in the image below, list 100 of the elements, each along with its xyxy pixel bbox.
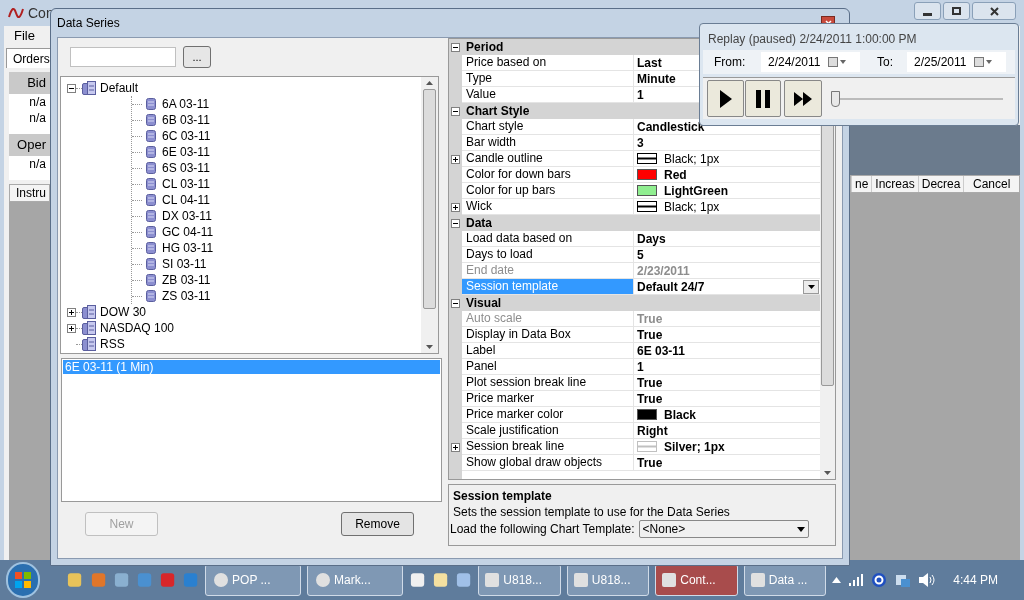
collapse-icon[interactable]: [451, 218, 460, 228]
replay-slider[interactable]: [831, 90, 1003, 107]
tree-item[interactable]: DX 03-11: [162, 207, 212, 225]
scroll-thumb[interactable]: [423, 89, 436, 309]
tree-item[interactable]: CL 04-11: [162, 191, 211, 209]
tree-item[interactable]: GC 04-11: [162, 223, 214, 241]
property-name-cell[interactable]: Load data based on: [462, 231, 634, 247]
category-row[interactable]: Data: [449, 215, 820, 231]
property-row[interactable]: Display in Data Box True: [449, 327, 820, 343]
property-value: True: [637, 390, 663, 408]
database-icon: [146, 210, 156, 222]
menu-item[interactable]: File: [14, 26, 35, 46]
property-value: Days: [637, 230, 666, 248]
property-row[interactable]: Show global draw objects True: [449, 455, 820, 471]
fast-forward-button[interactable]: [784, 80, 822, 117]
tree-item[interactable]: 6E 03-11: [162, 143, 210, 161]
property-row[interactable]: Plot session break line True: [449, 375, 820, 391]
property-name-cell[interactable]: Candle outline: [462, 151, 634, 167]
property-name-cell[interactable]: Label: [462, 343, 634, 359]
taskbar-button[interactable]: Cont...: [655, 564, 738, 596]
property-row[interactable]: Session break line Silver; 1px: [449, 439, 820, 455]
column-header: Decrea: [917, 176, 964, 192]
minimize-button[interactable]: [914, 2, 941, 20]
database-icon: [146, 274, 156, 286]
collapse-icon[interactable]: [451, 298, 460, 308]
category-row[interactable]: Visual: [449, 295, 820, 311]
slider-thumb[interactable]: [831, 90, 840, 107]
remove-button[interactable]: Remove: [341, 512, 414, 536]
collapse-icon[interactable]: [67, 83, 76, 93]
collapse-icon[interactable]: [451, 42, 460, 52]
property-name-cell[interactable]: Chart style: [462, 119, 634, 135]
play-button[interactable]: [707, 80, 744, 117]
tree-group-label[interactable]: Default: [100, 79, 139, 97]
tree-group-label[interactable]: RSS: [100, 335, 125, 353]
expand-icon[interactable]: [67, 307, 76, 317]
property-row[interactable]: Days to load 5: [449, 247, 820, 263]
property-value: Default 24/7: [637, 278, 705, 296]
network-icon[interactable]: [895, 572, 912, 588]
close-button[interactable]: [972, 2, 1016, 20]
expand-icon[interactable]: [67, 323, 76, 333]
property-value: 3: [637, 134, 644, 152]
property-row[interactable]: Candle outline Black; 1px: [449, 151, 820, 167]
property-row[interactable]: Color for up bars LightGreen: [449, 183, 820, 199]
property-row[interactable]: Panel 1: [449, 359, 820, 375]
property-row[interactable]: Bar width 3: [449, 135, 820, 151]
description-text: Sets the session template to use for the Data Series: [453, 505, 731, 519]
tree-item[interactable]: SI 03-11: [162, 255, 207, 273]
start-button[interactable]: [6, 562, 41, 598]
property-name-cell[interactable]: Price marker color: [462, 407, 634, 423]
chevron-up-icon[interactable]: [832, 577, 842, 583]
tree-group-label[interactable]: NASDAQ 100: [100, 319, 175, 337]
tree-item[interactable]: ZB 03-11: [162, 271, 211, 289]
pause-button[interactable]: [745, 80, 781, 117]
property-name-cell[interactable]: Bar width: [462, 135, 634, 151]
property-row[interactable]: Label 6E 03-11: [449, 343, 820, 359]
database-icon: [146, 146, 156, 158]
property-name-cell[interactable]: Days to load: [462, 247, 634, 263]
property-name-cell[interactable]: Price based on: [462, 55, 634, 71]
speaker-icon[interactable]: [919, 573, 936, 587]
dropdown-button[interactable]: [803, 280, 819, 294]
from-date-field[interactable]: 2/24/2011: [761, 52, 860, 72]
signal-icon[interactable]: [849, 574, 864, 586]
property-row[interactable]: Price marker True: [449, 391, 820, 407]
tree-item[interactable]: ZS 03-11: [162, 287, 211, 305]
tree-item[interactable]: 6C 03-11: [162, 127, 211, 145]
property-value: 6E 03-11: [637, 342, 686, 360]
property-name-cell[interactable]: Display in Data Box: [462, 327, 634, 343]
expand-icon[interactable]: [451, 154, 460, 164]
collapse-icon[interactable]: [451, 106, 460, 116]
chart-template-dropdown[interactable]: <None>: [638, 520, 809, 538]
fast-forward-icon: [794, 91, 812, 106]
search-field[interactable]: [70, 47, 176, 67]
c-logo-icon[interactable]: [871, 572, 888, 588]
expand-icon[interactable]: [451, 202, 460, 212]
property-row[interactable]: Color for down bars Red: [449, 167, 820, 183]
restore-button[interactable]: [943, 2, 970, 20]
tree-item[interactable]: 6A 03-11: [162, 95, 210, 113]
property-name-cell[interactable]: Color for down bars: [462, 167, 634, 183]
property-name-cell[interactable]: Type: [462, 71, 634, 87]
tree-item[interactable]: 6B 03-11: [162, 111, 210, 129]
expand-icon[interactable]: [451, 442, 460, 452]
to-date-field[interactable]: 2/25/2011: [907, 52, 1006, 72]
database-group-icon: [82, 321, 96, 335]
property-name-cell[interactable]: Panel: [462, 359, 634, 375]
property-row[interactable]: Scale justification Right: [449, 423, 820, 439]
property-row[interactable]: Load data based on Days: [449, 231, 820, 247]
tree-item[interactable]: HG 03-11: [162, 239, 214, 257]
windows-logo-icon: [15, 572, 32, 588]
property-name-cell[interactable]: Plot session break line: [462, 375, 634, 391]
property-name-cell[interactable]: Price marker: [462, 391, 634, 407]
browse-button[interactable]: ...: [183, 46, 211, 68]
clock[interactable]: 4:44 PM: [953, 571, 998, 589]
property-name-cell[interactable]: Scale justification: [462, 423, 634, 439]
tree-group-label[interactable]: DOW 30: [100, 303, 146, 321]
property-name-cell[interactable]: Color for up bars: [462, 183, 634, 199]
tree-item[interactable]: CL 03-11: [162, 175, 211, 193]
tree-item[interactable]: 6S 03-11: [162, 159, 210, 177]
property-name-cell[interactable]: Show global draw objects: [462, 455, 634, 471]
property-row[interactable]: Price marker color Black: [449, 407, 820, 423]
property-name-cell[interactable]: Session break line: [462, 439, 634, 455]
